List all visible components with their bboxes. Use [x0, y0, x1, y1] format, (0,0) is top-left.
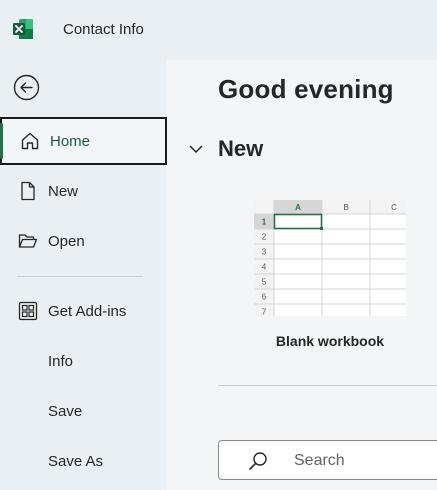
- excel-icon: [13, 19, 33, 39]
- new-document-icon: [17, 180, 39, 202]
- sidebar-item-label: Save As: [48, 452, 104, 470]
- title-bar: Contact Info: [0, 0, 437, 60]
- sidebar-item-home[interactable]: Home: [0, 117, 167, 165]
- column-header-a: A: [295, 203, 301, 212]
- row-header-6: 6: [262, 293, 267, 302]
- blank-workbook-template[interactable]: A B C 1 2 3 4 5 6 7 Blank workbook: [254, 200, 406, 350]
- folder-open-icon: [17, 230, 39, 252]
- backstage-main: Good evening New A B C 1 2 3 4 5 6 7 Bla…: [167, 60, 437, 490]
- sidebar-item-label: New: [48, 182, 79, 200]
- row-header-4: 4: [262, 263, 267, 272]
- row-header-1: 1: [262, 218, 267, 227]
- sidebar-item-label: Open: [48, 232, 85, 250]
- add-ins-icon: [17, 300, 39, 322]
- search-icon: [249, 452, 267, 470]
- sidebar-item-save-as[interactable]: Save As: [0, 437, 167, 485]
- back-arrow-icon[interactable]: [13, 74, 40, 101]
- section-divider: [218, 385, 437, 386]
- sidebar-item-save[interactable]: Save: [0, 387, 167, 435]
- row-header-2: 2: [262, 233, 267, 242]
- row-header-7: 7: [262, 308, 267, 317]
- home-icon: [19, 130, 41, 152]
- sidebar-item-new[interactable]: New: [0, 167, 167, 215]
- sidebar-item-open[interactable]: Open: [0, 217, 167, 265]
- blank-workbook-thumbnail: A B C 1 2 3 4 5 6 7: [254, 200, 406, 316]
- column-header-b: B: [343, 203, 348, 212]
- sidebar-item-label: Info: [48, 352, 74, 370]
- greeting-heading: Good evening: [218, 74, 394, 104]
- search-input[interactable]: Search: [218, 440, 437, 480]
- sidebar-divider: [17, 276, 143, 277]
- sidebar-item-info[interactable]: Info: [0, 337, 167, 385]
- search-placeholder: Search: [294, 452, 345, 469]
- row-header-3: 3: [262, 248, 267, 257]
- sidebar-item-label: Save: [48, 402, 83, 420]
- row-header-5: 5: [262, 278, 267, 287]
- window-title: Contact Info: [63, 21, 144, 38]
- column-header-c: C: [391, 203, 397, 212]
- sidebar-item-label: Get Add-ins: [48, 302, 127, 320]
- template-label: Blank workbook: [275, 333, 385, 349]
- backstage-sidebar: Home New Open Get Add-ins Info Save Save…: [0, 60, 167, 490]
- sidebar-item-get-add-ins[interactable]: Get Add-ins: [0, 287, 167, 335]
- sidebar-item-label: Home: [50, 132, 91, 150]
- chevron-down-icon[interactable]: [187, 140, 205, 158]
- new-section-title: New: [218, 136, 264, 161]
